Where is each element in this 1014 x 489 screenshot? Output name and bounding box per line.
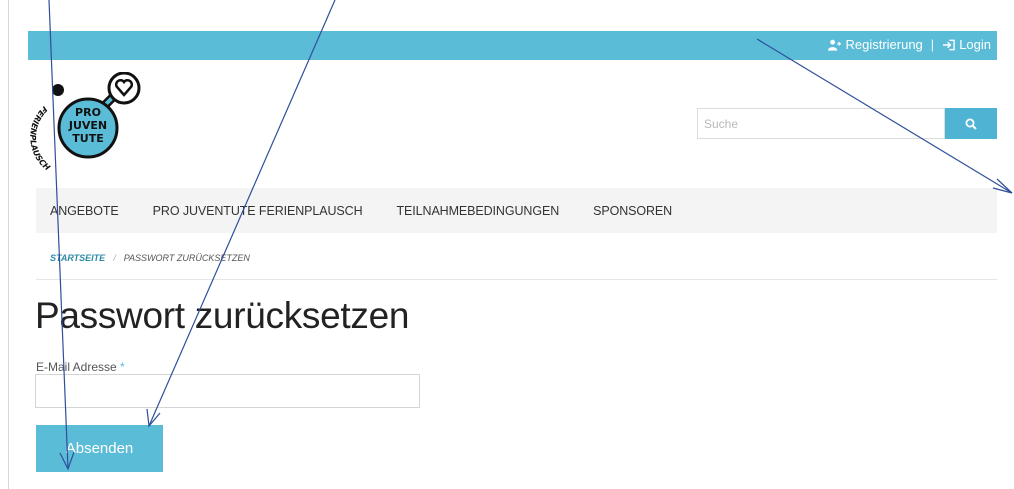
window-left-border bbox=[8, 0, 9, 489]
topbar-separator: | bbox=[930, 37, 935, 52]
nav-item-angebote[interactable]: ANGEBOTE bbox=[36, 204, 136, 218]
logo-text-line1: PRO bbox=[75, 106, 101, 119]
email-field[interactable] bbox=[35, 374, 420, 408]
svg-text:FERIENPLAUSCH: FERIENPLAUSCH bbox=[30, 104, 52, 172]
email-label-text: E-Mail Adresse bbox=[36, 360, 117, 374]
logo-text-line2: JUVEN bbox=[68, 119, 107, 132]
breadcrumb-home-link[interactable]: STARTSEITE bbox=[50, 253, 105, 263]
page-title: Passwort zurücksetzen bbox=[35, 295, 410, 336]
search-input[interactable] bbox=[697, 108, 945, 139]
top-bar: Registrierung | Login bbox=[28, 31, 997, 60]
nav-item-teilnahmebedingungen[interactable]: TEILNAHMEBEDINGUNGEN bbox=[380, 204, 577, 218]
register-link[interactable]: Registrierung bbox=[828, 37, 923, 52]
logo-text-line3: TUTE bbox=[72, 132, 103, 145]
submit-button[interactable]: Absenden bbox=[36, 425, 163, 472]
nav-item-ferienplausch[interactable]: PRO JUVENTUTE FERIENPLAUSCH bbox=[136, 204, 380, 218]
register-label: Registrierung bbox=[845, 37, 923, 52]
login-link[interactable]: Login bbox=[942, 37, 991, 52]
login-label: Login bbox=[959, 37, 991, 52]
search-icon bbox=[965, 118, 977, 130]
account-links: Registrierung | Login bbox=[828, 37, 991, 52]
pro-juventute-logo[interactable]: PRO JUVEN TUTE FERIENPLAUSCH bbox=[30, 72, 148, 182]
divider bbox=[36, 279, 997, 280]
email-label: E-Mail Adresse * bbox=[36, 360, 125, 374]
annotation-arrows bbox=[48, 0, 1013, 471]
sign-in-icon bbox=[943, 39, 955, 50]
breadcrumb-current: PASSWORT ZURÜCKSETZEN bbox=[123, 253, 250, 263]
required-mark: * bbox=[120, 360, 125, 374]
add-user-icon bbox=[828, 39, 842, 51]
breadcrumb: STARTSEITE / PASSWORT ZURÜCKSETZEN bbox=[50, 253, 250, 263]
search-button[interactable] bbox=[945, 108, 997, 139]
breadcrumb-separator: / bbox=[113, 253, 116, 263]
nav-item-sponsoren[interactable]: SPONSOREN bbox=[576, 204, 689, 218]
logo-arc-text: FERIENPLAUSCH bbox=[30, 104, 52, 172]
main-nav: ANGEBOTE PRO JUVENTUTE FERIENPLAUSCH TEI… bbox=[36, 188, 997, 233]
